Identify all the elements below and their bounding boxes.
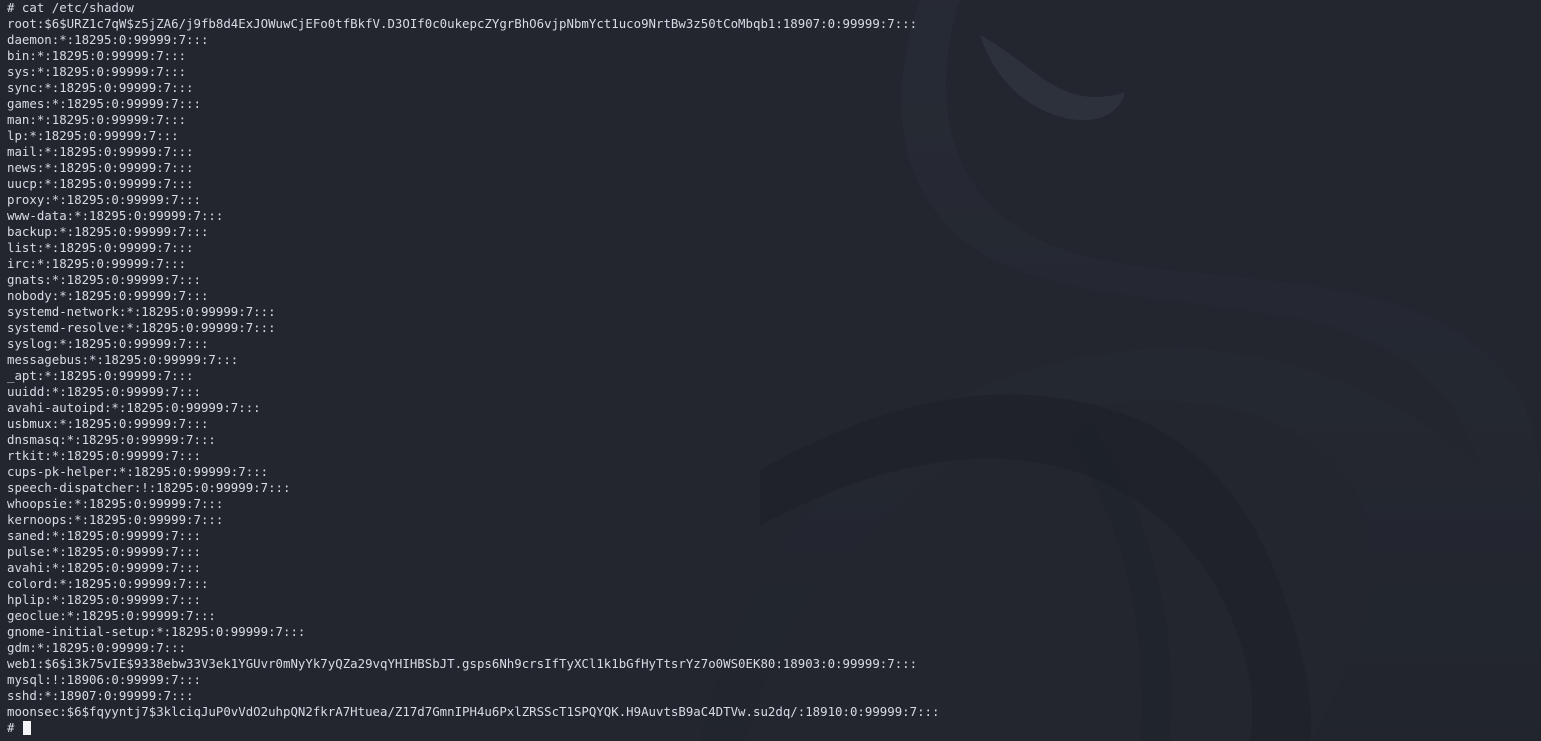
shadow-line: avahi:*:18295:0:99999:7::: bbox=[7, 560, 201, 575]
shadow-line: kernoops:*:18295:0:99999:7::: bbox=[7, 512, 224, 527]
shadow-line: rtkit:*:18295:0:99999:7::: bbox=[7, 448, 201, 463]
shadow-line: lp:*:18295:0:99999:7::: bbox=[7, 128, 179, 143]
shadow-line: moonsec:$6$fqyyntj7$3klciqJuP0vVdO2uhpQN… bbox=[7, 704, 940, 719]
shadow-line: whoopsie:*:18295:0:99999:7::: bbox=[7, 496, 224, 511]
shadow-line: www-data:*:18295:0:99999:7::: bbox=[7, 208, 224, 223]
terminal-window[interactable]: # cat /etc/shadow root:$6$URZ1c7qW$z5jZA… bbox=[7, 0, 1541, 741]
shadow-line: list:*:18295:0:99999:7::: bbox=[7, 240, 194, 255]
shadow-line: gnats:*:18295:0:99999:7::: bbox=[7, 272, 201, 287]
shadow-line: systemd-resolve:*:18295:0:99999:7::: bbox=[7, 320, 276, 335]
shadow-line: news:*:18295:0:99999:7::: bbox=[7, 160, 194, 175]
shadow-line: _apt:*:18295:0:99999:7::: bbox=[7, 368, 194, 383]
shadow-line: speech-dispatcher:!:18295:0:99999:7::: bbox=[7, 480, 291, 495]
command-line: # cat /etc/shadow bbox=[7, 0, 134, 15]
shadow-line: proxy:*:18295:0:99999:7::: bbox=[7, 192, 201, 207]
shadow-line: sshd:*:18907:0:99999:7::: bbox=[7, 688, 194, 703]
shadow-line: games:*:18295:0:99999:7::: bbox=[7, 96, 201, 111]
shadow-line: cups-pk-helper:*:18295:0:99999:7::: bbox=[7, 464, 269, 479]
shadow-line: uuidd:*:18295:0:99999:7::: bbox=[7, 384, 201, 399]
shadow-line: nobody:*:18295:0:99999:7::: bbox=[7, 288, 209, 303]
shadow-line: man:*:18295:0:99999:7::: bbox=[7, 112, 187, 127]
shadow-line: irc:*:18295:0:99999:7::: bbox=[7, 256, 187, 271]
text-cursor-icon bbox=[22, 721, 31, 735]
shadow-line: sync:*:18295:0:99999:7::: bbox=[7, 80, 194, 95]
shadow-line: bin:*:18295:0:99999:7::: bbox=[7, 48, 187, 63]
shadow-line: colord:*:18295:0:99999:7::: bbox=[7, 576, 209, 591]
shadow-line: root:$6$URZ1c7qW$z5jZA6/j9fb8d4ExJOWuwCj… bbox=[7, 16, 918, 31]
prompt-symbol: # bbox=[7, 720, 22, 735]
shadow-line: sys:*:18295:0:99999:7::: bbox=[7, 64, 187, 79]
shadow-line: messagebus:*:18295:0:99999:7::: bbox=[7, 352, 239, 367]
shadow-line: mysql:!:18906:0:99999:7::: bbox=[7, 672, 201, 687]
shadow-line: gdm:*:18295:0:99999:7::: bbox=[7, 640, 187, 655]
shadow-line: geoclue:*:18295:0:99999:7::: bbox=[7, 608, 216, 623]
shadow-line: usbmux:*:18295:0:99999:7::: bbox=[7, 416, 209, 431]
shadow-line: systemd-network:*:18295:0:99999:7::: bbox=[7, 304, 276, 319]
shadow-line: avahi-autoipd:*:18295:0:99999:7::: bbox=[7, 400, 261, 415]
shadow-line: daemon:*:18295:0:99999:7::: bbox=[7, 32, 209, 47]
shadow-line: saned:*:18295:0:99999:7::: bbox=[7, 528, 201, 543]
shadow-line: dnsmasq:*:18295:0:99999:7::: bbox=[7, 432, 216, 447]
shadow-line: hplip:*:18295:0:99999:7::: bbox=[7, 592, 201, 607]
shadow-line: web1:$6$i3k75vIE$9338ebw33V3ek1YGUvr0mNy… bbox=[7, 656, 918, 671]
shadow-line: mail:*:18295:0:99999:7::: bbox=[7, 144, 194, 159]
shadow-line: backup:*:18295:0:99999:7::: bbox=[7, 224, 209, 239]
shadow-line: syslog:*:18295:0:99999:7::: bbox=[7, 336, 209, 351]
shadow-output: root:$6$URZ1c7qW$z5jZA6/j9fb8d4ExJOWuwCj… bbox=[7, 16, 1541, 720]
shadow-line: pulse:*:18295:0:99999:7::: bbox=[7, 544, 201, 559]
shadow-line: uucp:*:18295:0:99999:7::: bbox=[7, 176, 194, 191]
prompt-line[interactable]: # bbox=[7, 720, 1541, 736]
shadow-line: gnome-initial-setup:*:18295:0:99999:7::: bbox=[7, 624, 306, 639]
